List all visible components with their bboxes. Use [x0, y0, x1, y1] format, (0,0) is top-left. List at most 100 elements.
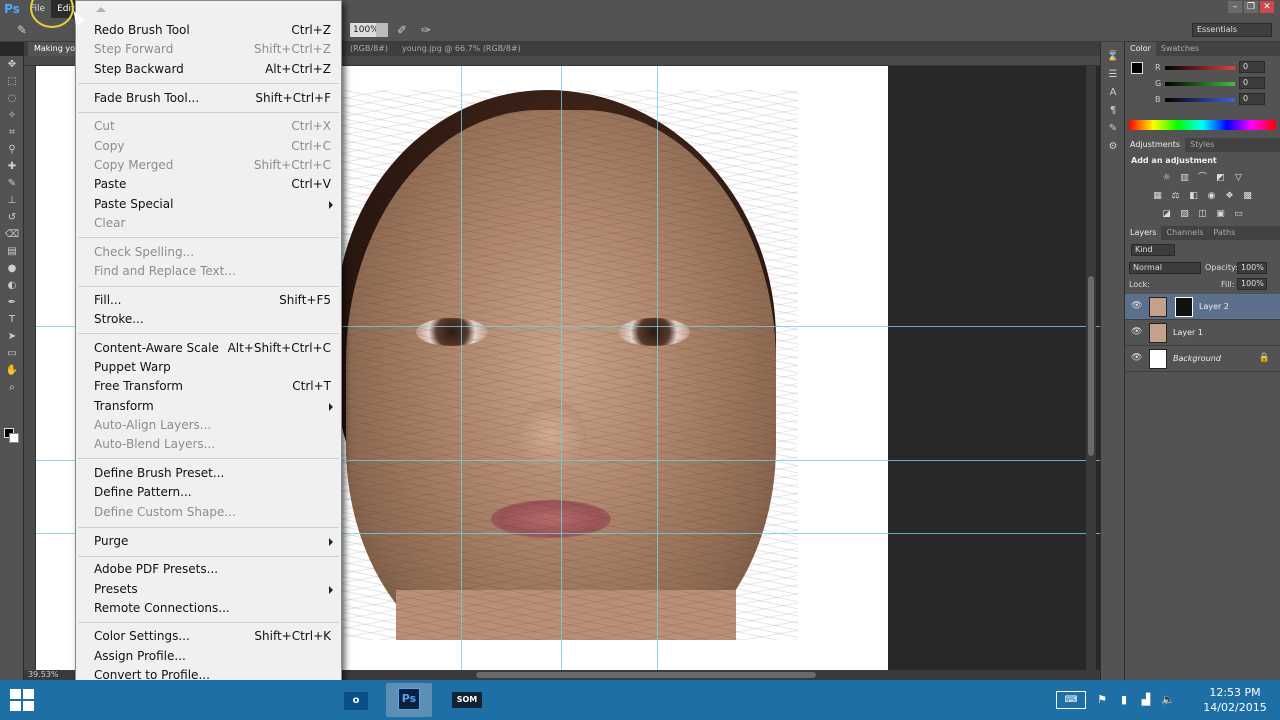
- tab-layers[interactable]: Layers: [1125, 226, 1162, 240]
- menu-item-adobe-pdf-presets[interactable]: Adobe PDF Presets...: [76, 560, 341, 579]
- hand-tool-icon[interactable]: ✋: [0, 362, 24, 379]
- menu-item-check-spelling[interactable]: Check Spelling...: [76, 243, 341, 262]
- fill-field[interactable]: 100%: [1237, 278, 1267, 290]
- color-spectrum[interactable]: [1129, 120, 1276, 130]
- menu-item-cut[interactable]: Cut Ctrl+X: [76, 117, 341, 136]
- menu-item-color-settings[interactable]: Color Settings... Shift+Ctrl+K: [76, 627, 341, 646]
- visibility-eye-icon[interactable]: 👁: [1131, 353, 1142, 363]
- menu-item-copy-merged[interactable]: Copy Merged Shift+Ctrl+C: [76, 156, 341, 175]
- layer-row-layer-2[interactable]: 👁 Layer 2: [1125, 294, 1280, 320]
- path-select-tool-icon[interactable]: ➤: [0, 328, 24, 345]
- menu-item-define-brush-preset[interactable]: Define Brush Preset...: [76, 464, 341, 483]
- b-value[interactable]: 0: [1239, 93, 1265, 105]
- menu-item-purge[interactable]: Purge: [76, 532, 341, 551]
- airbrush-icon[interactable]: ✐: [394, 22, 410, 38]
- menu-item-redo-brush-tool[interactable]: Redo Brush Tool Ctrl+Z: [76, 21, 341, 40]
- threshold-icon[interactable]: ◫: [1197, 208, 1209, 220]
- shape-tool-icon[interactable]: ▭: [0, 345, 24, 362]
- guide-vertical[interactable]: [561, 66, 562, 670]
- zoom-dropdown-icon[interactable]: [376, 23, 388, 37]
- menu-item-assign-profile[interactable]: Assign Profile...: [76, 647, 341, 666]
- visibility-eye-icon[interactable]: 👁: [1131, 327, 1142, 337]
- menu-item-presets[interactable]: Presets: [76, 580, 341, 599]
- gradient-tool-icon[interactable]: ▤: [0, 243, 24, 260]
- r-slider[interactable]: [1165, 66, 1235, 70]
- quick-select-tool-icon[interactable]: ✧: [0, 107, 24, 124]
- menu-item-fill[interactable]: Fill... Shift+F5: [76, 291, 341, 310]
- r-value[interactable]: 0: [1239, 61, 1265, 73]
- gradient-map-icon[interactable]: ▭: [1233, 208, 1245, 220]
- g-slider[interactable]: [1165, 82, 1235, 86]
- tab-adjustments[interactable]: Adjustments: [1125, 138, 1186, 152]
- character-icon[interactable]: A: [1101, 84, 1125, 102]
- lasso-tool-icon[interactable]: ◌: [0, 90, 24, 107]
- menu-item-clear[interactable]: Clear: [76, 214, 341, 233]
- posterize-icon[interactable]: ▨: [1179, 208, 1191, 220]
- visibility-eye-icon[interactable]: 👁: [1131, 301, 1142, 311]
- guide-vertical[interactable]: [657, 66, 658, 670]
- menu-item-remote-connections[interactable]: Remote Connections...: [76, 599, 341, 618]
- brush-presets-icon[interactable]: ✎: [1101, 120, 1125, 138]
- layer-row-background[interactable]: 👁 Background 🔒: [1125, 346, 1280, 372]
- guide-vertical[interactable]: [461, 66, 462, 670]
- dodge-tool-icon[interactable]: ◐: [0, 277, 24, 294]
- restore-icon[interactable]: ❐: [1244, 1, 1258, 13]
- menu-item-transform[interactable]: Transform: [76, 397, 341, 416]
- zoom-tool-icon[interactable]: ⌕: [0, 379, 24, 396]
- menu-item-paste-special[interactable]: Paste Special: [76, 195, 341, 214]
- clock[interactable]: 12:53 PM 14/02/2015: [1200, 685, 1270, 715]
- tab-channels[interactable]: Channels: [1161, 226, 1208, 240]
- invert-icon[interactable]: ◪: [1161, 208, 1173, 220]
- menu-item-define-pattern[interactable]: Define Pattern...: [76, 483, 341, 502]
- taskbar-photoshop[interactable]: Ps: [386, 683, 432, 717]
- selective-color-icon[interactable]: ▣: [1215, 208, 1227, 220]
- network-icon[interactable]: ▟: [1138, 692, 1154, 708]
- tab-swatches[interactable]: Swatches: [1156, 42, 1204, 56]
- clone-stamp-tool-icon[interactable]: ⊥: [0, 192, 24, 209]
- levels-icon[interactable]: ▥: [1179, 172, 1191, 184]
- taskbar-outlook[interactable]: o: [342, 683, 370, 717]
- menu-item-content-aware-scale[interactable]: Content-Aware Scale Alt+Shift+Ctrl+C: [76, 339, 341, 358]
- vertical-scroll-thumb[interactable]: [1088, 276, 1094, 456]
- history-icon[interactable]: ⌛: [1101, 48, 1125, 66]
- g-value[interactable]: 0: [1239, 77, 1265, 89]
- history-brush-tool-icon[interactable]: ↺: [0, 209, 24, 226]
- taskbar-som[interactable]: SOM: [444, 683, 490, 717]
- menu-item-auto-blend-layers[interactable]: Auto-Blend Layers...: [76, 435, 341, 454]
- minimize-icon[interactable]: –: [1228, 1, 1242, 13]
- menu-item-find-and-replace-text[interactable]: Find and Replace Text...: [76, 262, 341, 281]
- b-slider[interactable]: [1165, 98, 1235, 102]
- color-lookup-icon[interactable]: ▩: [1242, 190, 1254, 202]
- menu-item-fade-brush-tool[interactable]: Fade Brush Tool... Shift+Ctrl+F: [76, 89, 341, 108]
- color-balance-icon[interactable]: ⚖: [1170, 190, 1182, 202]
- layer-mask-thumbnail[interactable]: [1175, 297, 1193, 317]
- blend-mode-select[interactable]: Normal: [1129, 262, 1201, 274]
- menu-item-define-custom-shape[interactable]: Define Custom Shape...: [76, 503, 341, 522]
- tool-presets-icon[interactable]: ⚙: [1101, 138, 1125, 156]
- menu-item-free-transform[interactable]: Free Transform Ctrl+T: [76, 377, 341, 396]
- move-tool-icon[interactable]: ✥: [0, 56, 24, 73]
- volume-icon[interactable]: 🔈: [1160, 692, 1176, 708]
- flag-icon[interactable]: ⚑: [1094, 692, 1110, 708]
- brush-tool-icon-left[interactable]: ✎: [0, 175, 24, 192]
- menu-item-step-forward[interactable]: Step Forward Shift+Ctrl+Z: [76, 40, 341, 59]
- vertical-scrollbar[interactable]: [1086, 66, 1096, 670]
- crop-tool-icon[interactable]: ⌗: [0, 124, 24, 141]
- hue-saturation-icon[interactable]: ▦: [1152, 190, 1164, 202]
- menu-item-step-backward[interactable]: Step Backward Alt+Ctrl+Z: [76, 60, 341, 79]
- background-color-swatch[interactable]: [9, 433, 19, 443]
- eyedropper-tool-icon[interactable]: ⚲: [0, 141, 24, 158]
- tab-paths[interactable]: Paths: [1209, 226, 1241, 240]
- properties-icon[interactable]: ☰: [1101, 66, 1125, 84]
- menu-item-paste[interactable]: Paste Ctrl+V: [76, 175, 341, 194]
- pressure-icon[interactable]: ✑: [418, 22, 434, 38]
- blur-tool-icon[interactable]: ●: [0, 260, 24, 277]
- curves-icon[interactable]: ⌒: [1197, 172, 1209, 184]
- paragraph-icon[interactable]: ¶: [1101, 102, 1125, 120]
- menu-scroll-up-icon[interactable]: [96, 7, 106, 12]
- keyboard-icon[interactable]: ⌨: [1056, 691, 1086, 709]
- horizontal-scroll-thumb[interactable]: [476, 672, 816, 678]
- start-button[interactable]: [10, 689, 36, 711]
- vibrance-icon[interactable]: ▽: [1233, 172, 1245, 184]
- close-icon[interactable]: ✕: [1260, 1, 1274, 13]
